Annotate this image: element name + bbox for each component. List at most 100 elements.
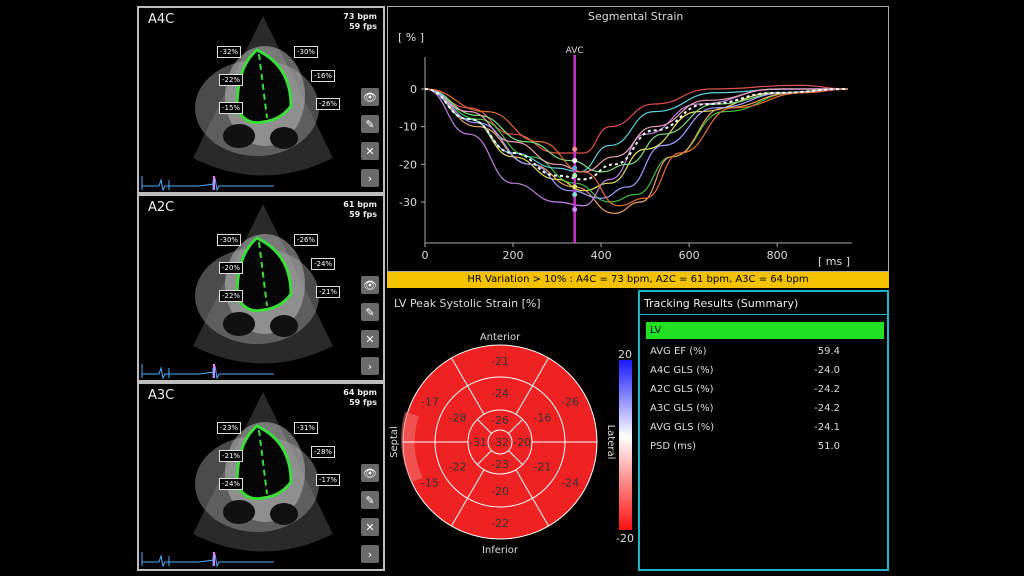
y-tick-label: -30 [399,196,417,209]
y-tick-label: 0 [410,83,417,96]
summary-key: AVG GLS (%) [650,422,715,433]
summary-row: A4C GLS (%) -24.0 [650,365,840,379]
strain-color-scale [619,360,632,530]
strain-series-line [424,88,848,207]
close-button[interactable]: ✕ [361,142,379,160]
close-button[interactable]: ✕ [361,518,379,536]
pencil-icon: ✎ [365,493,375,507]
summary-key: AVG EF (%) [650,346,707,357]
summary-value: -24.0 [814,365,840,376]
x-tick-label: 800 [767,249,788,262]
scale-min-label: -20 [616,532,634,545]
basal-segment-value: -17 [421,396,439,409]
y-unit-label: [ % ] [398,31,424,44]
avc-point [572,173,578,179]
summary-title: Tracking Results (Summary) [644,297,799,310]
segment-strain-label: -32% [217,46,242,58]
segment-strain-label: -15% [219,102,244,114]
segment-strain-label: -30% [294,46,319,58]
summary-key: A3C GLS (%) [650,403,714,414]
frame-rate: 59 fps [349,398,377,407]
segmental-strain-panel: Segmental Strain 0 200 400 600 800 0 -10 -20 -30… [387,6,889,272]
x-tick-label: 400 [591,249,612,262]
frame-rate: 59 fps [349,22,377,31]
x-tick-label: 200 [503,249,524,262]
segment-strain-label: -22% [219,74,244,86]
lv-selector[interactable]: LV [646,322,884,339]
close-icon: ✕ [365,144,375,158]
view-a2c[interactable]: A2C 61 bpm 59 fps -30% -26% -20% -24% -22% -21% 👁… [137,194,385,382]
summary-row: A2C GLS (%) -24.2 [650,384,840,398]
summary-value: -24.1 [814,422,840,433]
summary-value: -24.2 [814,384,840,395]
view-a4c[interactable]: A4C 73 bpm 59 fps -32% -30% -22% -16% -15% -26% 👁… [137,6,385,194]
summary-key: A4C GLS (%) [650,365,714,376]
mid-segment-value: -22 [449,461,467,474]
view-rate: 61 bpm 59 fps [343,200,377,220]
segment-strain-label: -31% [294,422,319,434]
close-icon: ✕ [365,520,375,534]
edit-button[interactable]: ✎ [361,303,379,321]
segment-strain-label: -30% [217,234,242,246]
next-button[interactable]: › [361,169,379,187]
summary-value: 59.4 [817,346,840,357]
basal-segment-value: -26 [561,396,579,409]
apical-segment-value: -23 [491,458,509,471]
eye-icon: 👁 [363,90,377,104]
y-tick-label: -10 [399,121,417,134]
avc-point [572,207,578,213]
segment-strain-label: -20% [219,262,244,274]
chevron-right-icon: › [367,547,373,561]
avc-point [572,191,578,197]
apical-segment-value: -26 [491,414,509,427]
view-name: A2C [148,200,175,215]
segment-strain-label: -23% [217,422,242,434]
inferior-label: Inferior [482,545,519,556]
view-a3c[interactable]: A3C 64 bpm 59 fps -23% -31% -21% -28% -24% -17% 👁… [137,382,385,571]
heart-rate: 61 bpm [343,200,377,209]
avc-point [572,158,578,164]
mid-segment-value: -20 [491,485,509,498]
summary-row: A3C GLS (%) -24.2 [650,403,840,417]
lateral-label: Lateral [605,425,616,460]
eye-icon-button[interactable]: 👁 [361,88,379,106]
edit-button[interactable]: ✎ [361,491,379,509]
next-button[interactable]: › [361,357,379,375]
x-tick-label: 600 [679,249,700,262]
mid-segment-value: -24 [491,387,509,400]
heart-rate: 73 bpm [343,12,377,21]
avc-label: AVC [566,46,584,56]
ultrasound-image [141,392,333,568]
apical-segment-value: -31 [469,436,487,449]
basal-segment-value: -22 [491,517,509,530]
basal-segment-value: -21 [491,355,509,368]
basal-segment-value: -15 [421,477,439,490]
septal-label: Septal [389,426,400,458]
mid-segment-value: -28 [449,412,467,425]
chevron-right-icon: › [367,359,373,373]
eye-icon-button[interactable]: 👁 [361,464,379,482]
anterior-label: Anterior [480,332,521,343]
summary-row: PSD (ms) 51.0 [650,441,840,455]
segment-strain-label: -26% [294,234,319,246]
view-rate: 64 bpm 59 fps [343,388,377,408]
view-name: A4C [148,12,175,27]
strain-series-line [424,88,848,203]
apex-value: -32 [491,436,509,449]
mid-segment-value: -21 [533,461,551,474]
eye-icon-button[interactable]: 👁 [361,276,379,294]
tracking-summary-panel: Tracking Results (Summary) LV AVG EF (%)… [638,290,889,571]
segment-strain-label: -21% [219,450,244,462]
x-tick-label: 0 [422,249,429,262]
close-button[interactable]: ✕ [361,330,379,348]
summary-row: AVG GLS (%) -24.1 [650,422,840,436]
heart-rate: 64 bpm [343,388,377,397]
edit-button[interactable]: ✎ [361,115,379,133]
x-unit-label: [ ms ] [818,255,850,268]
pencil-icon: ✎ [365,117,375,131]
apical-segment-value: -20 [513,436,531,449]
next-button[interactable]: › [361,545,379,563]
strain-series-line [424,88,848,207]
bullseye-panel: LV Peak Systolic Strain [%] -21 -26 -24 -22… [387,290,638,571]
summary-value: -24.2 [814,403,840,414]
